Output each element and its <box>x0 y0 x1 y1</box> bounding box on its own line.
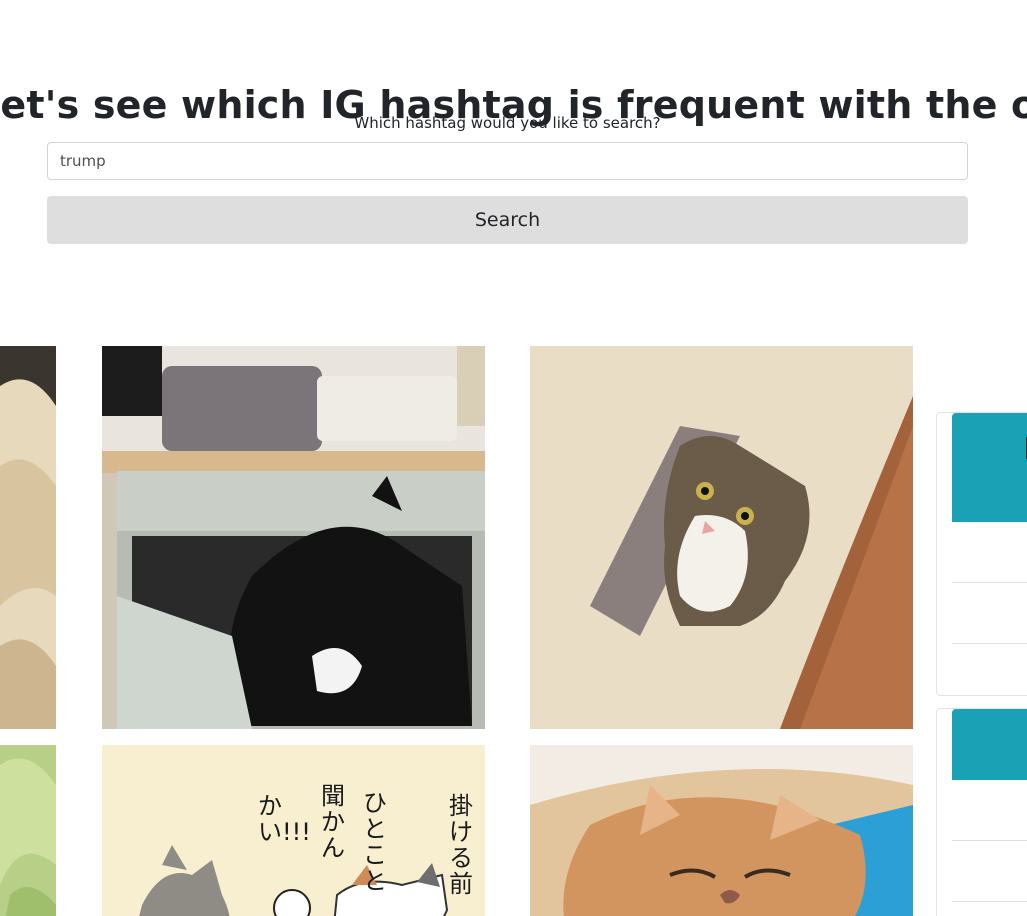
side-card-2-divider-2 <box>952 901 1027 902</box>
photo-2-image <box>102 346 485 729</box>
photo-1-image <box>0 346 56 729</box>
side-card-1-divider-2 <box>952 643 1027 644</box>
photo-1[interactable] <box>0 346 56 729</box>
side-card-2 <box>936 708 1027 916</box>
photo-6-image <box>530 745 913 916</box>
photo-3-image <box>530 346 913 729</box>
photo-6[interactable] <box>530 745 913 916</box>
side-card-1 <box>936 412 1027 696</box>
illustration-text-column-2: ひとこと <box>363 789 387 895</box>
photo-2[interactable] <box>102 346 485 729</box>
photo-3[interactable] <box>530 346 913 729</box>
photo-4[interactable] <box>0 745 56 916</box>
search-label: Which hashtag would you like to search? <box>354 114 661 132</box>
search-input[interactable] <box>47 142 968 180</box>
side-card-1-divider-1 <box>952 582 1027 583</box>
side-card-2-header <box>952 709 1027 780</box>
side-card-2-divider-1 <box>952 840 1027 841</box>
page: Let's see which IG hashtag is frequent w… <box>0 0 1027 916</box>
side-card-1-header <box>952 413 1027 522</box>
photo-5[interactable]: 掛ける前 ひとこと 聞かん かい!!! <box>102 745 485 916</box>
search-button[interactable]: Search <box>47 196 968 244</box>
photo-4-image <box>0 745 56 916</box>
illustration-text-column-3: 聞かん <box>321 782 345 862</box>
illustration-text-column-4: かい!!! <box>258 792 311 846</box>
illustration-text-column-1: 掛ける前 <box>449 792 473 898</box>
